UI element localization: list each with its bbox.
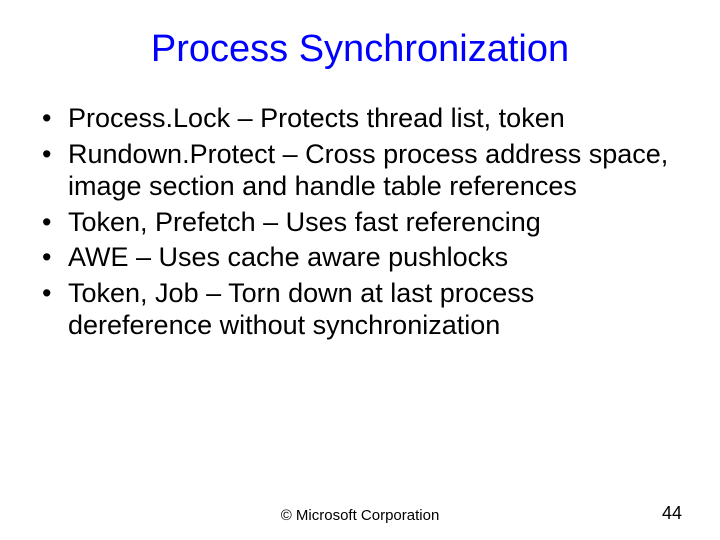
bullet-item: Token, Prefetch – Uses fast referencing xyxy=(40,207,680,239)
bullet-item: Rundown.Protect – Cross process address … xyxy=(40,139,680,203)
bullet-item: AWE – Uses cache aware pushlocks xyxy=(40,242,680,274)
copyright-text: © Microsoft Corporation xyxy=(0,507,720,524)
slide-body: Process.Lock – Protects thread list, tok… xyxy=(0,81,720,342)
page-number: 44 xyxy=(662,503,682,524)
slide: Process Synchronization Process.Lock – P… xyxy=(0,0,720,540)
bullet-item: Process.Lock – Protects thread list, tok… xyxy=(40,103,680,135)
bullet-list: Process.Lock – Protects thread list, tok… xyxy=(40,103,680,342)
slide-title: Process Synchronization xyxy=(0,0,720,81)
bullet-item: Token, Job – Torn down at last process d… xyxy=(40,278,680,342)
